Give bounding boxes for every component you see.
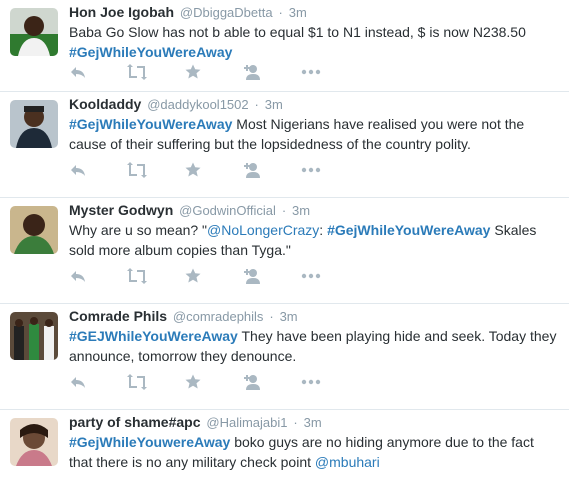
avatar[interactable] [10, 100, 58, 148]
tweet-actions [69, 162, 359, 178]
reply-icon[interactable] [69, 162, 89, 178]
tweet-username[interactable]: @DbiggaDbetta [180, 5, 273, 20]
follow-icon[interactable] [243, 64, 263, 80]
favorite-icon[interactable] [185, 374, 205, 390]
tweet-text: #GejWhileYouwereAway boko guys are no hi… [69, 432, 539, 472]
more-icon[interactable] [301, 64, 321, 80]
separator-dot: · [281, 203, 287, 218]
tweet-text-segment: Baba Go Slow has not b able to equal $1 … [69, 24, 526, 40]
mention-link[interactable]: @NoLongerCrazy [207, 222, 319, 238]
tweet-fullname[interactable]: party of shame#apc [69, 414, 201, 430]
tweet-text: #GEJWhileYouWereAway They have been play… [69, 326, 569, 366]
tweet-actions [69, 374, 359, 390]
more-icon[interactable] [301, 162, 321, 178]
more-icon[interactable] [301, 374, 321, 390]
tweet[interactable]: Comrade Phils @comradephils · 3m #GEJWhi… [0, 304, 569, 410]
avatar[interactable] [10, 206, 58, 254]
tweet-text: Why are u so mean? "@NoLongerCrazy: #Gej… [69, 220, 549, 260]
separator-dot: · [254, 97, 259, 112]
separator-dot: · [278, 5, 283, 20]
avatar[interactable] [10, 418, 58, 466]
separator-dot: · [269, 309, 274, 324]
tweet-timeline: Hon Joe Igobah @DbiggaDbetta · 3m Baba G… [0, 0, 569, 490]
tweet-header: Hon Joe Igobah @DbiggaDbetta · 3m [69, 2, 565, 22]
hashtag-link[interactable]: #GejWhileYouWereAway [69, 116, 232, 132]
tweet[interactable]: party of shame#apc @Halimajabi1 · 3m #Ge… [0, 410, 569, 490]
tweet-fullname[interactable]: Comrade Phils [69, 308, 167, 324]
hashtag-link[interactable]: #GejWhileYouwereAway [69, 434, 230, 450]
tweet-header: Kooldaddy @daddykool1502 · 3m [69, 94, 565, 114]
follow-icon[interactable] [243, 374, 263, 390]
reply-icon[interactable] [69, 268, 89, 284]
tweet[interactable]: Hon Joe Igobah @DbiggaDbetta · 3m Baba G… [0, 0, 569, 92]
avatar[interactable] [10, 8, 58, 56]
reply-icon[interactable] [69, 374, 89, 390]
tweet-actions [69, 268, 359, 284]
retweet-icon[interactable] [127, 64, 147, 80]
favorite-icon[interactable] [185, 64, 205, 80]
retweet-icon[interactable] [127, 268, 147, 284]
tweet-text: #GejWhileYouWereAway Most Nigerians have… [69, 114, 555, 154]
mention-link[interactable]: @mbuhari [315, 454, 380, 470]
hashtag-link[interactable]: #GejWhileYouWereAway [69, 44, 232, 60]
follow-icon[interactable] [243, 268, 263, 284]
tweet-time[interactable]: 3m [289, 5, 307, 20]
separator-dot: · [293, 415, 298, 430]
tweet-time[interactable]: 3m [280, 309, 298, 324]
tweet-time[interactable]: 3m [292, 203, 310, 218]
favorite-icon[interactable] [185, 162, 205, 178]
tweet-time[interactable]: 3m [304, 415, 322, 430]
hashtag-link[interactable]: #GEJWhileYouWereAway [69, 328, 238, 344]
more-icon[interactable] [301, 268, 321, 284]
reply-icon[interactable] [69, 64, 89, 80]
tweet-username[interactable]: @daddykool1502 [147, 97, 248, 112]
follow-icon[interactable] [243, 162, 263, 178]
tweet-username[interactable]: @Halimajabi1 [206, 415, 287, 430]
tweet[interactable]: Kooldaddy @daddykool1502 · 3m #GejWhileY… [0, 92, 569, 198]
tweet-fullname[interactable]: Hon Joe Igobah [69, 4, 174, 20]
retweet-icon[interactable] [127, 374, 147, 390]
retweet-icon[interactable] [127, 162, 147, 178]
tweet[interactable]: Myster Godwyn @GodwinOfficial · 3m Why a… [0, 198, 569, 304]
tweet-username[interactable]: @GodwinOfficial [179, 203, 276, 218]
hashtag-link[interactable]: #GejWhileYouWereAway [327, 222, 490, 238]
tweet-actions [69, 64, 359, 80]
tweet-header: Comrade Phils @comradephils · 3m [69, 306, 565, 326]
tweet-time[interactable]: 3m [265, 97, 283, 112]
tweet-username[interactable]: @comradephils [173, 309, 264, 324]
tweet-text: Baba Go Slow has not b able to equal $1 … [69, 22, 555, 62]
avatar[interactable] [10, 312, 58, 360]
tweet-fullname[interactable]: Kooldaddy [69, 96, 141, 112]
tweet-text-segment: Why are u so mean? " [69, 222, 208, 238]
tweet-header: Myster Godwyn @GodwinOfficial · 3m [69, 200, 565, 220]
tweet-fullname[interactable]: Myster Godwyn [69, 202, 173, 218]
favorite-icon[interactable] [185, 268, 205, 284]
tweet-text-segment: : [319, 222, 328, 238]
tweet-header: party of shame#apc @Halimajabi1 · 3m [69, 412, 565, 432]
